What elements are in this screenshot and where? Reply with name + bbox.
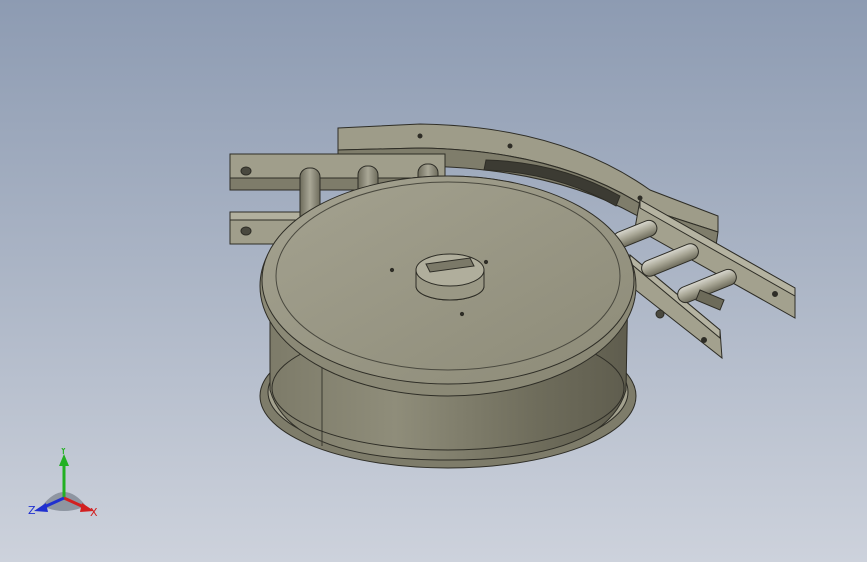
graphics-viewport[interactable]: Y X Z (0, 0, 867, 562)
model-3d-view[interactable] (0, 0, 867, 562)
center-hub (415, 253, 485, 301)
axis-triad[interactable]: Y X Z (22, 448, 112, 528)
z-axis-arrow (34, 503, 48, 512)
y-axis-label: Y (59, 448, 67, 457)
x-axis-label: X (90, 506, 98, 519)
z-axis-label: Z (28, 504, 36, 517)
